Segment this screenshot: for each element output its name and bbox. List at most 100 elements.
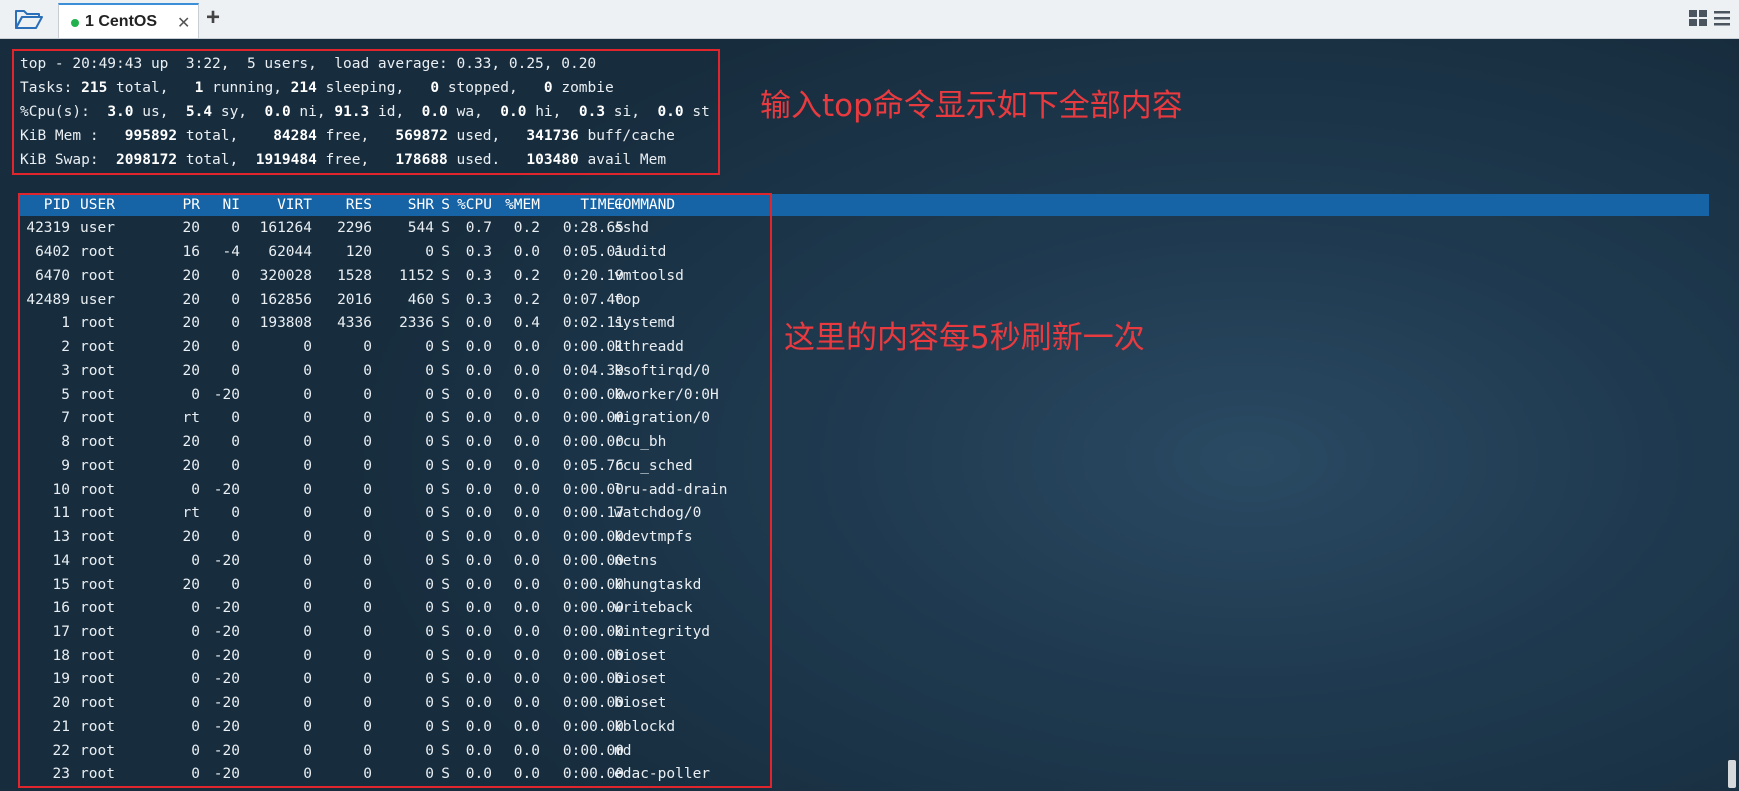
cell-ni: -4 bbox=[222, 244, 240, 261]
cell-res: 0 bbox=[363, 481, 372, 498]
cell-virt: 0 bbox=[303, 552, 312, 569]
cell-cpu: 0.3 bbox=[465, 267, 492, 284]
cell-res: 0 bbox=[363, 718, 372, 735]
summary-text: KiB Mem : bbox=[20, 128, 125, 144]
cell-pid: 6402 bbox=[35, 244, 70, 261]
cell-pr: 0 bbox=[191, 481, 200, 498]
cell-cpu: 0.0 bbox=[465, 671, 492, 688]
table-row: 14 root 0 -20 0 0 0 S 0.0 0.0 0:00.00 netns bbox=[20, 549, 770, 573]
cell-command: lru-add-drain bbox=[614, 481, 728, 498]
cell-mem: 0.0 bbox=[513, 600, 540, 617]
cell-state: S bbox=[441, 505, 450, 522]
table-row: 1 root 20 0 193808 4336 2336 S 0.0 0.4 0:02.11 syst… bbox=[20, 311, 770, 335]
cell-ni: 0 bbox=[231, 220, 240, 237]
cell-state: S bbox=[441, 220, 450, 237]
summary-value: 3.0 bbox=[107, 104, 134, 120]
cell-cpu: 0.0 bbox=[465, 695, 492, 712]
cell-pr: 20 bbox=[182, 291, 200, 308]
cell-time: 0:00.00 bbox=[562, 410, 624, 427]
cell-user: root bbox=[80, 362, 115, 379]
cell-pid: 22 bbox=[52, 742, 70, 759]
cell-state: S bbox=[441, 742, 450, 759]
table-row: 11 root rt 0 0 0 0 S 0.0 0.0 0:00.17 watchdog/0 bbox=[20, 501, 770, 525]
summary-line: KiB Mem : 995892 total, 84284 free, 5698… bbox=[20, 124, 675, 148]
cell-time: 0:00.00 bbox=[562, 434, 624, 451]
cell-res: 0 bbox=[363, 647, 372, 664]
cell-time: 0:00.00 bbox=[562, 552, 624, 569]
summary-text: zombie bbox=[552, 80, 614, 96]
cell-user: root bbox=[80, 434, 115, 451]
cell-mem: 0.0 bbox=[513, 339, 540, 356]
cell-res: 0 bbox=[363, 386, 372, 403]
cell-ni: -20 bbox=[213, 386, 240, 403]
summary-text: total, bbox=[177, 128, 274, 144]
summary-text: free, bbox=[316, 152, 396, 168]
cell-pid: 1 bbox=[61, 315, 70, 332]
summary-text: total, bbox=[177, 152, 256, 168]
cell-state: S bbox=[441, 481, 450, 498]
cell-state: S bbox=[441, 434, 450, 451]
summary-text: total, bbox=[107, 80, 195, 96]
close-icon[interactable]: ✕ bbox=[177, 13, 190, 33]
cell-time: 0:00.00 bbox=[562, 742, 624, 759]
cell-virt: 162856 bbox=[259, 291, 312, 308]
cell-res: 0 bbox=[363, 623, 372, 640]
cell-pid: 3 bbox=[61, 362, 70, 379]
cell-mem: 0.4 bbox=[513, 315, 540, 332]
layout-grid-icon[interactable] bbox=[1688, 8, 1708, 28]
cell-virt: 0 bbox=[303, 339, 312, 356]
cell-virt: 0 bbox=[303, 434, 312, 451]
cell-res: 0 bbox=[363, 671, 372, 688]
cell-cpu: 0.0 bbox=[465, 647, 492, 664]
cell-state: S bbox=[441, 291, 450, 308]
menu-icon[interactable] bbox=[1712, 8, 1732, 28]
cell-user: root bbox=[80, 671, 115, 688]
cell-state: S bbox=[441, 339, 450, 356]
cell-cpu: 0.0 bbox=[465, 552, 492, 569]
cell-cpu: 0.0 bbox=[465, 481, 492, 498]
cell-pr: 20 bbox=[182, 362, 200, 379]
cell-user: root bbox=[80, 244, 115, 261]
cell-command: watchdog/0 bbox=[614, 505, 702, 522]
cell-user: root bbox=[80, 742, 115, 759]
connection-status-icon bbox=[71, 19, 79, 27]
cell-pr: 20 bbox=[182, 339, 200, 356]
cell-res: 120 bbox=[345, 244, 372, 261]
cell-virt: 0 bbox=[303, 481, 312, 498]
cell-pr: 0 bbox=[191, 718, 200, 735]
cell-res: 0 bbox=[363, 362, 372, 379]
summary-value: 214 bbox=[290, 80, 317, 96]
cell-ni: 0 bbox=[231, 315, 240, 332]
cell-user: root bbox=[80, 481, 115, 498]
scrollbar-thumb[interactable] bbox=[1728, 760, 1736, 788]
summary-value: 5.4 bbox=[185, 104, 213, 120]
cell-pid: 13 bbox=[52, 529, 70, 546]
cell-cpu: 0.7 bbox=[465, 220, 492, 237]
cell-user: root bbox=[80, 339, 115, 356]
folder-open-icon[interactable] bbox=[14, 7, 44, 31]
cell-res: 0 bbox=[363, 600, 372, 617]
plus-icon[interactable]: + bbox=[206, 4, 220, 32]
header-state: S bbox=[441, 197, 450, 213]
top-summary-box: top - 20:49:43 up 3:22, 5 users, load av… bbox=[12, 49, 720, 175]
cell-mem: 0.0 bbox=[513, 742, 540, 759]
cell-virt: 0 bbox=[303, 457, 312, 474]
cell-mem: 0.0 bbox=[513, 434, 540, 451]
cell-cpu: 0.3 bbox=[465, 244, 492, 261]
table-row: 2 root 20 0 0 0 0 S 0.0 0.0 0:00.01 kthreadd bbox=[20, 335, 770, 359]
tab-label: 1 CentOS bbox=[85, 13, 158, 30]
cell-time: 0:00.00 bbox=[562, 386, 624, 403]
table-row: 13 root 20 0 0 0 0 S 0.0 0.0 0:00.00 kdevtmpfs bbox=[20, 525, 770, 549]
cell-virt: 0 bbox=[303, 386, 312, 403]
cell-cpu: 0.0 bbox=[465, 505, 492, 522]
summary-value: 995892 bbox=[124, 128, 178, 144]
summary-value: 2098172 bbox=[116, 152, 178, 168]
tab-centos[interactable]: 1 CentOS ✕ bbox=[58, 3, 199, 38]
summary-value: 0 bbox=[543, 80, 553, 96]
cell-virt: 0 bbox=[303, 505, 312, 522]
cell-command: rcu_sched bbox=[614, 457, 693, 474]
cell-mem: 0.0 bbox=[513, 386, 540, 403]
cell-virt: 0 bbox=[303, 695, 312, 712]
cell-virt: 161264 bbox=[259, 220, 312, 237]
summary-text: running, bbox=[203, 80, 291, 96]
